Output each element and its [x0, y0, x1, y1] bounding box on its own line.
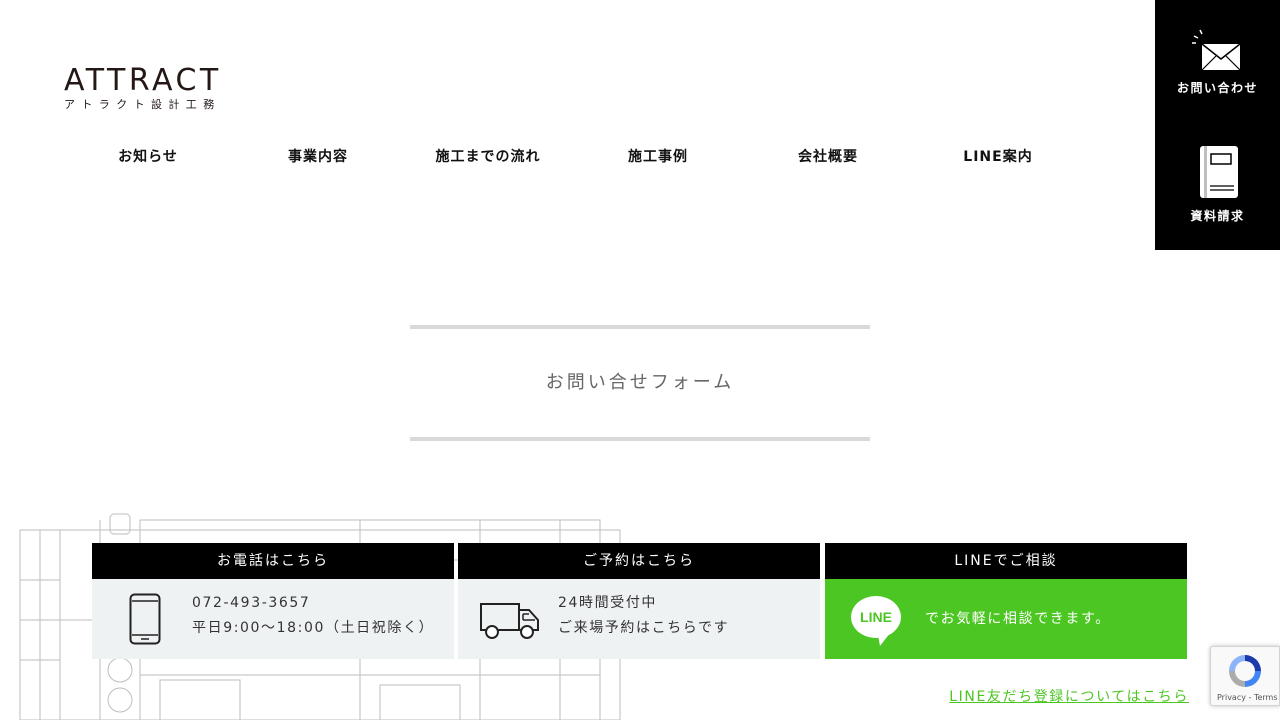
nav-item-company[interactable]: 会社概要: [743, 146, 913, 168]
cta-reservation-body: 24時間受付中 ご来場予約はこちらです: [458, 579, 820, 659]
reservation-line2: ご来場予約はこちらです: [558, 620, 730, 636]
nav-item-line[interactable]: LINE案内: [913, 146, 1083, 168]
page-title: お問い合せフォーム: [410, 325, 870, 441]
page-title-text: お問い合せフォーム: [545, 372, 735, 393]
cta-phone-heading: お電話はこちら: [92, 543, 454, 579]
reservation-line1: 24時間受付中: [558, 595, 658, 611]
nav-item-news[interactable]: お知らせ: [63, 146, 233, 168]
main-nav: お知らせ 事業内容 施工までの流れ 施工事例 会社概要 LINE案内: [63, 146, 1083, 168]
smartphone-icon: [129, 593, 161, 645]
recaptcha-terms[interactable]: Privacy - Terms: [1217, 693, 1278, 702]
cta-phone-body: 072-493-3657 平日9:00～18:00（土日祝除く）: [92, 579, 454, 659]
cta-reservation-heading: ご予約はこちら: [458, 543, 820, 579]
request-docs-button[interactable]: 資料請求: [1155, 144, 1280, 240]
site-logo[interactable]: ATTRACT アトラクト設計工務: [64, 66, 236, 112]
cta-phone[interactable]: お電話はこちら 072-493-3657 平日9:00～18:00（土日祝除く）: [92, 543, 454, 659]
cta-phone-text: 072-493-3657 平日9:00～18:00（土日祝除く）: [192, 591, 434, 641]
request-docs-label: 資料請求: [1190, 209, 1245, 223]
nav-item-flow[interactable]: 施工までの流れ: [403, 146, 573, 168]
logo-wordmark: ATTRACT: [64, 63, 222, 98]
mail-icon: [1191, 29, 1240, 71]
contact-button[interactable]: お問い合わせ: [1155, 28, 1280, 118]
cta-reservation[interactable]: ご予約はこちら 24時間受付中 ご来場予約はこちらです: [458, 543, 820, 659]
side-fixed-menu: お問い合わせ 資料請求: [1155, 0, 1280, 250]
van-icon: [480, 603, 539, 639]
book-icon: [1199, 146, 1238, 198]
cta-line-text: でお気軽に相談できます。: [925, 611, 1111, 627]
nav-item-works[interactable]: 施工事例: [573, 146, 743, 168]
cta-line-heading: LINEでご相談: [825, 543, 1187, 579]
logo-subtitle: アトラクト設計工務: [64, 98, 221, 111]
phone-number[interactable]: 072-493-3657: [192, 591, 434, 616]
nav-item-business[interactable]: 事業内容: [233, 146, 403, 168]
line-logo-text: LINE: [860, 609, 892, 625]
line-friend-link[interactable]: LINE友だち登録についてはこちら: [949, 686, 1189, 706]
contact-label: お問い合わせ: [1176, 81, 1258, 95]
recaptcha-logo-icon: [1229, 655, 1261, 687]
cta-line-body: LINE でお気軽に相談できます。: [825, 579, 1187, 659]
recaptcha-badge[interactable]: Privacy - Terms: [1210, 646, 1280, 706]
line-logo-icon: LINE: [851, 596, 901, 646]
cta-line[interactable]: LINEでご相談 LINE でお気軽に相談できます。: [825, 543, 1187, 659]
cta-reservation-text: 24時間受付中 ご来場予約はこちらです: [558, 591, 729, 641]
business-hours: 平日9:00～18:00（土日祝除く）: [192, 620, 435, 636]
